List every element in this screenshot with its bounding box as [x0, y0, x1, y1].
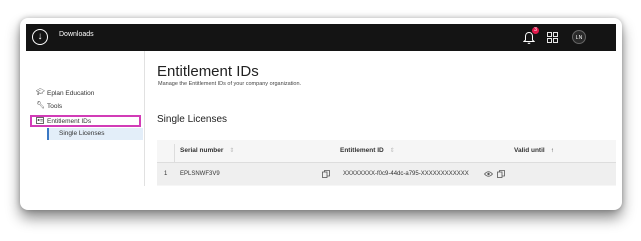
entitlement-id-cell: XXXXXXXX-f0c9-44dc-a795-XXXXXXXXXXXX — [343, 171, 469, 177]
wrench-icon: 🔧︎ — [36, 102, 45, 109]
sort-icon[interactable]: ⇕ — [229, 148, 234, 154]
copy-icon[interactable] — [497, 170, 505, 178]
download-icon[interactable]: ↓ — [32, 29, 48, 45]
app-grid-icon[interactable] — [547, 32, 558, 43]
graduation-cap-icon: 🎓︎ — [36, 89, 45, 96]
main-content: Entitlement IDs Manage the Entitlement I… — [145, 51, 616, 186]
column-header-serial-number[interactable]: Serial number ⇕ — [180, 140, 234, 162]
column-header-label: Entitlement ID — [340, 147, 384, 154]
row-index: 1 — [164, 171, 168, 177]
section-title: Single Licenses — [157, 114, 228, 125]
eye-icon[interactable] — [484, 170, 493, 178]
sidebar-item-eplan-education[interactable]: 🎓︎ Eplan Education — [36, 89, 94, 97]
column-header-label: Serial number — [180, 147, 224, 154]
copy-icon[interactable] — [322, 170, 330, 178]
app-window: ↓ Downloads 3 LN 🎓︎ Eplan Education 🔧︎ T… — [26, 24, 616, 186]
id-card-icon — [36, 117, 44, 125]
page-subtitle: Manage the Entitlement IDs of your compa… — [158, 81, 302, 87]
sidebar-item-entitlement-ids[interactable]: Entitlement IDs — [36, 117, 91, 125]
licenses-table: Serial number ⇕ Entitlement ID ⇕ Valid unt… — [157, 140, 616, 186]
column-header-valid-until[interactable]: Valid until ↑ — [514, 140, 554, 162]
column-header-label: Valid until — [514, 147, 545, 154]
column-header-entitlement-id[interactable]: Entitlement ID ⇕ — [340, 140, 395, 162]
page-title: Entitlement IDs — [157, 63, 259, 80]
serial-number-cell: EPLSNWF3V9 — [180, 171, 220, 177]
sidebar-item-label: Eplan Education — [47, 89, 95, 97]
table-row[interactable]: 1 EPLSNWF3V9 XXXXXXXX-f0c9-44dc-a795-XXX… — [157, 162, 616, 185]
user-avatar[interactable]: LN — [572, 30, 586, 44]
sidebar-item-label: Tools — [47, 102, 63, 110]
notification-badge: 3 — [532, 27, 539, 34]
sidebar-item-label: Entitlement IDs — [47, 117, 92, 125]
sidebar-item-tools[interactable]: 🔧︎ Tools — [36, 102, 62, 110]
sort-icon[interactable]: ⇕ — [390, 148, 395, 154]
app-title: Downloads — [59, 31, 94, 38]
sidebar: 🎓︎ Eplan Education 🔧︎ Tools Entitlement … — [26, 51, 145, 186]
sort-ascending-icon[interactable]: ↑ — [551, 148, 554, 154]
sidebar-subitem-single-licenses[interactable]: Single Licenses — [47, 128, 143, 140]
top-bar: ↓ Downloads 3 LN — [26, 24, 616, 51]
